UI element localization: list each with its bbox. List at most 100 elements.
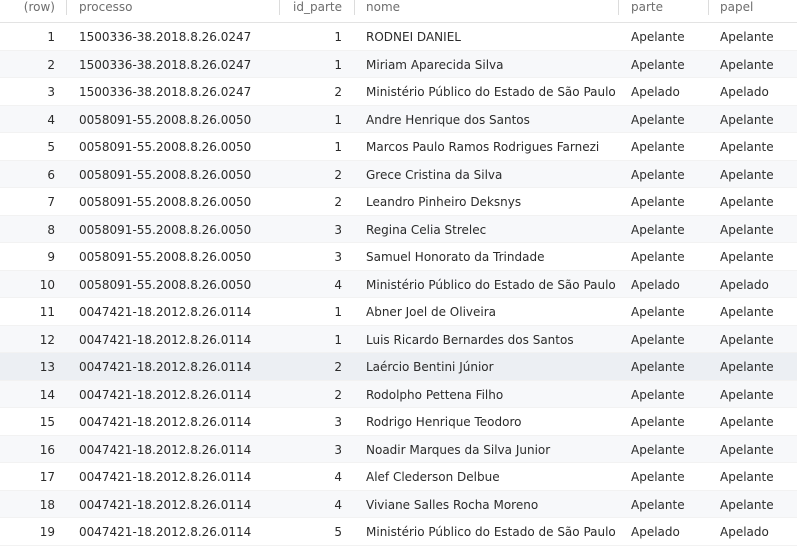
cell-nome: Laércio Bentini Júnior	[366, 360, 494, 374]
cell-nome: Miriam Aparecida Silva	[366, 57, 504, 72]
cell-id-parte: 1	[334, 140, 342, 154]
cell-nome: Viviane Salles Rocha Moreno	[366, 497, 539, 512]
table-row[interactable]: 9 0058091-55.2008.8.26.0050 3 Samuel Honora…	[0, 243, 797, 271]
cell-papel: Apelante	[720, 497, 774, 512]
row-number: 5	[47, 140, 55, 154]
cell-parte: Apelante	[631, 57, 685, 72]
cell-papel: Apelante	[720, 387, 774, 402]
cell-id-parte: 2	[334, 167, 342, 182]
cell-nome: Noadir Marques da Silva Junior	[366, 442, 551, 457]
cell-id-parte: 3	[334, 442, 342, 457]
cell-processo: 0047421-18.2012.8.26.0114	[79, 525, 252, 539]
cell-nome: Rodrigo Henrique Teodoro	[366, 415, 522, 429]
table-row[interactable]: 12 0047421-18.2012.8.26.0114 1 Luis Ricardo…	[0, 325, 797, 353]
cell-papel: Apelante	[720, 415, 774, 429]
cell-processo: 0058091-55.2008.8.26.0050	[79, 277, 252, 292]
table-row[interactable]: 1 1500336-38.2018.8.26.0247 1 RODNEI DANIEL…	[0, 23, 797, 51]
table-row[interactable]: 6 0058091-55.2008.8.26.0050 2 Grece Cristin…	[0, 160, 797, 188]
table-row[interactable]: 5 0058091-55.2008.8.26.0050 1 Marcos Paulo …	[0, 133, 797, 161]
row-number: 15	[39, 415, 55, 429]
table-row[interactable]: 10 0058091-55.2008.8.26.0050 4 Ministério P…	[0, 270, 797, 298]
cell-papel: Apelante	[720, 470, 774, 484]
cell-id-parte: 2	[334, 85, 342, 99]
row-number: 18	[39, 497, 55, 512]
row-number: 16	[39, 442, 55, 457]
cell-id-parte: 2	[334, 360, 342, 374]
cell-parte: Apelante	[631, 250, 685, 264]
col-header-nome[interactable]: nome	[366, 0, 400, 15]
table-row[interactable]: 17 0047421-18.2012.8.26.0114 4 Alef Cleders…	[0, 463, 797, 491]
cell-processo: 0047421-18.2012.8.26.0114	[79, 360, 252, 374]
col-header-processo[interactable]: processo	[79, 0, 132, 15]
cell-papel: Apelante	[720, 112, 774, 127]
cell-papel: Apelante	[720, 360, 774, 374]
cell-processo: 0058091-55.2008.8.26.0050	[79, 195, 252, 209]
cell-parte: Apelado	[631, 277, 680, 292]
row-number: 4	[47, 112, 55, 127]
table-row[interactable]: 13 0047421-18.2012.8.26.0114 2 Laércio Bent…	[0, 353, 797, 381]
cell-nome: Ministério Público do Estado de São Paul…	[366, 525, 616, 539]
row-number: 17	[39, 470, 55, 484]
table-row[interactable]: 3 1500336-38.2018.8.26.0247 2 Ministério Pú…	[0, 78, 797, 106]
row-number: 11	[39, 305, 55, 319]
table-row[interactable]: 4 0058091-55.2008.8.26.0050 1 Andre Henriqu…	[0, 105, 797, 133]
table-row[interactable]: 7 0058091-55.2008.8.26.0050 2 Leandro Pinhe…	[0, 188, 797, 216]
cell-processo: 0058091-55.2008.8.26.0050	[79, 250, 252, 264]
column-divider[interactable]	[354, 0, 355, 15]
cell-papel: Apelado	[720, 525, 769, 539]
col-header-row[interactable]: (row)	[0, 0, 55, 15]
cell-processo: 0047421-18.2012.8.26.0114	[79, 332, 252, 347]
cell-processo: 0047421-18.2012.8.26.0114	[79, 387, 252, 402]
col-header-id-parte[interactable]: id_parte	[250, 0, 342, 15]
table-row[interactable]: 16 0047421-18.2012.8.26.0114 3 Noadir Marqu…	[0, 435, 797, 463]
cell-nome: Ministério Público do Estado de São Paul…	[366, 277, 616, 292]
row-number: 3	[47, 85, 55, 99]
cell-processo: 0047421-18.2012.8.26.0114	[79, 442, 252, 457]
cell-parte: Apelante	[631, 222, 685, 237]
col-header-papel[interactable]: papel	[720, 0, 753, 15]
cell-processo: 0058091-55.2008.8.26.0050	[79, 167, 252, 182]
cell-id-parte: 4	[334, 470, 342, 484]
cell-parte: Apelante	[631, 112, 685, 127]
data-grid: (row) processo id_parte nome parte papel…	[0, 0, 797, 546]
column-divider[interactable]	[708, 0, 709, 15]
cell-processo: 0047421-18.2012.8.26.0114	[79, 415, 252, 429]
cell-nome: Abner Joel de Oliveira	[366, 305, 497, 319]
cell-papel: Apelante	[720, 250, 774, 264]
cell-papel: Apelante	[720, 222, 774, 237]
cell-parte: Apelante	[631, 305, 685, 319]
table-row[interactable]: 8 0058091-55.2008.8.26.0050 3 Regina Celia …	[0, 215, 797, 243]
row-number: 7	[47, 195, 55, 209]
cell-parte: Apelante	[631, 497, 685, 512]
cell-parte: Apelante	[631, 195, 685, 209]
cell-papel: Apelado	[720, 85, 769, 99]
row-number: 6	[47, 167, 55, 182]
cell-id-parte: 2	[334, 387, 342, 402]
cell-papel: Apelado	[720, 277, 769, 292]
table-row[interactable]: 18 0047421-18.2012.8.26.0114 4 Viviane Sall…	[0, 490, 797, 518]
table-row[interactable]: 14 0047421-18.2012.8.26.0114 2 Rodolpho Pet…	[0, 380, 797, 408]
cell-parte: Apelante	[631, 30, 685, 44]
cell-nome: Marcos Paulo Ramos Rodrigues Farnezi	[366, 140, 600, 154]
cell-id-parte: 3	[334, 250, 342, 264]
cell-nome: Leandro Pinheiro Deksnys	[366, 195, 522, 209]
cell-papel: Apelante	[720, 57, 774, 72]
cell-id-parte: 2	[334, 195, 342, 209]
cell-id-parte: 4	[334, 277, 342, 292]
row-number: 2	[47, 57, 55, 72]
cell-nome: Regina Celia Strelec	[366, 222, 487, 237]
cell-nome: Ministério Público do Estado de São Paul…	[366, 85, 616, 99]
cell-nome: RODNEI DANIEL	[366, 30, 461, 44]
col-header-parte[interactable]: parte	[631, 0, 663, 15]
table-row[interactable]: 15 0047421-18.2012.8.26.0114 3 Rodrigo Henr…	[0, 408, 797, 436]
cell-processo: 0058091-55.2008.8.26.0050	[79, 140, 252, 154]
column-divider[interactable]	[66, 0, 67, 15]
table-row[interactable]: 19 0047421-18.2012.8.26.0114 5 Ministério P…	[0, 518, 797, 546]
cell-parte: Apelante	[631, 140, 685, 154]
cell-parte: Apelante	[631, 470, 685, 484]
cell-processo: 0047421-18.2012.8.26.0114	[79, 470, 252, 484]
column-divider[interactable]	[618, 0, 619, 15]
cell-papel: Apelante	[720, 140, 774, 154]
table-row[interactable]: 11 0047421-18.2012.8.26.0114 1 Abner Joel d…	[0, 298, 797, 326]
table-row[interactable]: 2 1500336-38.2018.8.26.0247 1 Miriam Aparec…	[0, 50, 797, 78]
